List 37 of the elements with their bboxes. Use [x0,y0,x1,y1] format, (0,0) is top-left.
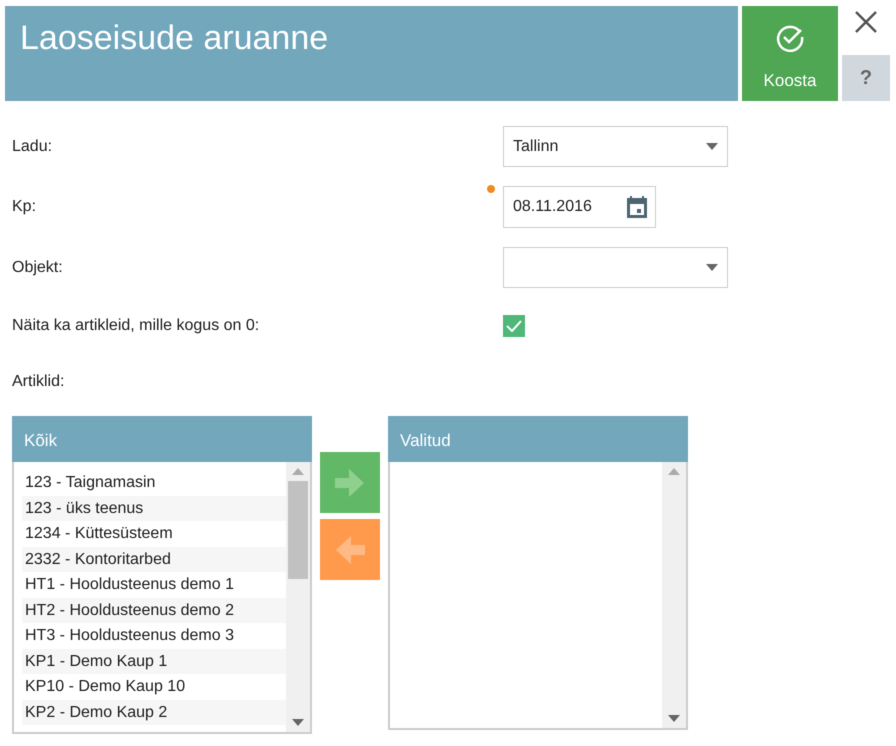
checkbox[interactable] [503,315,525,337]
help-button[interactable]: ? [842,55,890,101]
scrollbar[interactable] [662,462,686,728]
field-label: Näita ka artikleid, mille kogus on 0: [12,316,260,336]
list-item[interactable]: HT2 - Hooldusteenus demo 2 [22,598,286,623]
list-item[interactable]: 1234 - Küttesüsteem [22,521,286,546]
dropdown[interactable]: Tallinn [503,126,728,167]
move-left-button[interactable] [320,519,380,580]
field-label: Ladu: [12,136,54,156]
list-item[interactable]: 123 - Taignamasin [22,470,286,496]
caret-icon [706,264,718,271]
scrollbar[interactable] [286,462,310,732]
list-item[interactable]: 123 - üks teenus [22,496,286,521]
date-field[interactable]: 08.11.2016 [503,186,656,228]
panel-header: Valitud [388,416,688,462]
scroll-down-icon[interactable] [668,715,680,722]
close-icon [854,10,878,34]
arrow-left-icon [335,534,365,564]
arrow-right-icon [335,468,365,498]
dropdown[interactable] [503,247,728,288]
panel-header: Kõik [12,416,312,462]
scroll-down-icon[interactable] [292,719,304,726]
list-item[interactable]: KP1 - Demo Kaup 1 [22,648,286,674]
list-item[interactable]: HT3 - Hooldusteenus demo 3 [22,623,286,648]
field-label: Kp: [12,197,38,217]
list-item[interactable]: HT1 - Hooldusteenus demo 1 [22,572,286,598]
field-label: Objekt: [12,258,64,278]
list-item[interactable]: 2332 - Kontoritarbed [22,546,286,572]
move-right-button[interactable] [320,452,380,513]
list-item[interactable]: KP10 - Demo Kaup 10 [22,674,286,700]
scroll-up-icon[interactable] [292,468,304,475]
caret-icon [706,143,718,150]
report-title: Laoseisude aruanne [5,6,738,101]
scroll-up-icon[interactable] [668,468,680,475]
calendar-icon[interactable] [625,195,649,219]
field-label: Artiklid: [11,372,66,392]
list-item[interactable]: KP2 - Demo Kaup 2 [22,700,286,725]
